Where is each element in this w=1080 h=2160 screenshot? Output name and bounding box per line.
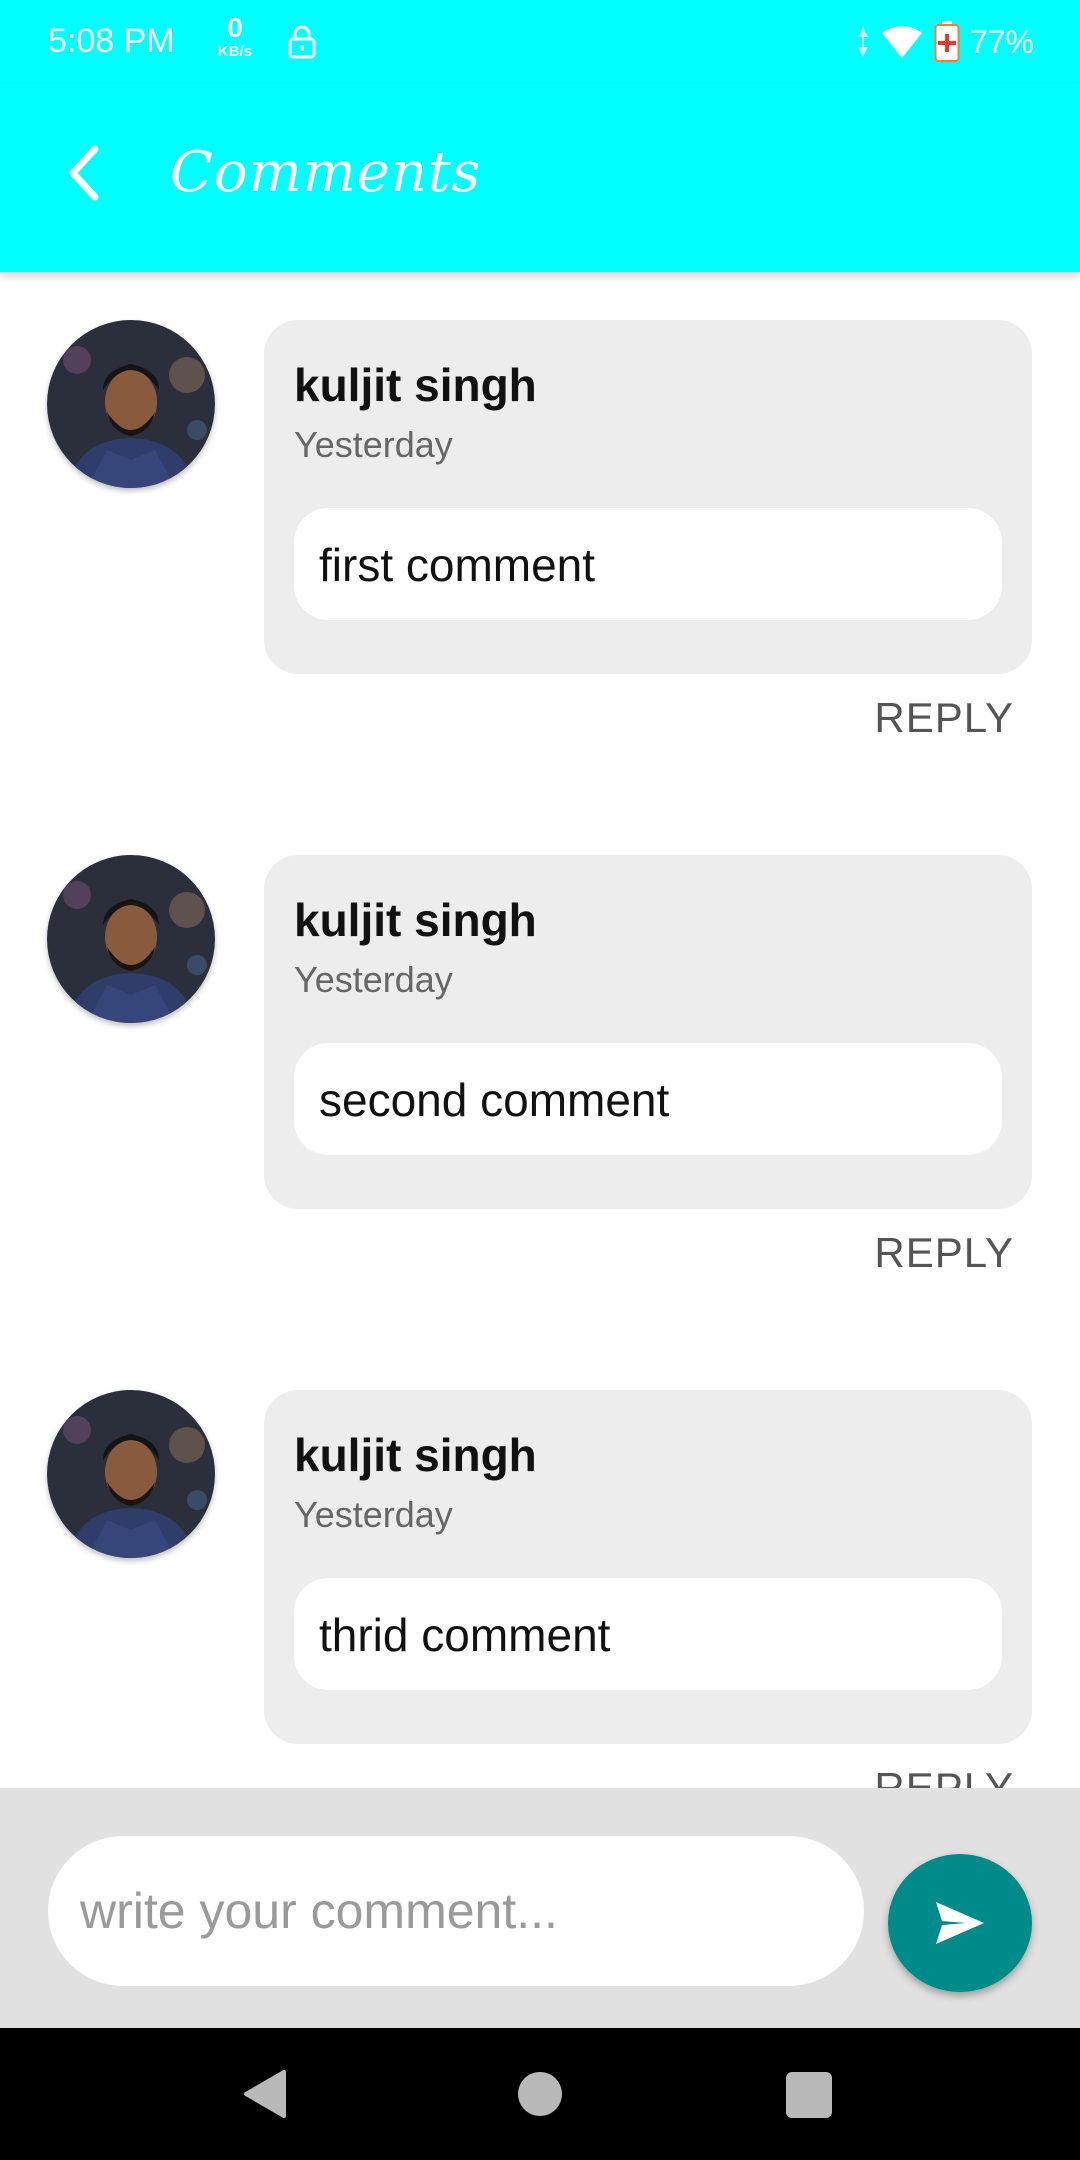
avatar[interactable] <box>47 320 215 488</box>
network-speed-unit: KB/s <box>217 43 253 60</box>
page-title: Comments <box>170 140 482 205</box>
nav-recents-icon[interactable] <box>786 2072 832 2118</box>
comment-input[interactable] <box>48 1836 864 1986</box>
network-speed-value: 0 <box>227 12 243 43</box>
comment-text: second comment <box>319 1074 670 1126</box>
comment-author[interactable]: kuljit singh <box>294 893 537 947</box>
reply-button[interactable]: REPLY <box>874 694 1014 742</box>
avatar[interactable] <box>47 1390 215 1558</box>
send-button[interactable] <box>888 1854 1032 1992</box>
nav-home-icon[interactable] <box>518 2072 562 2116</box>
status-bar: 5:08 PM 0 KB/s 77% <box>0 0 1080 84</box>
status-time: 5:08 PM <box>48 22 175 60</box>
reply-button[interactable]: REPLY <box>874 1764 1014 1788</box>
comment-author[interactable]: kuljit singh <box>294 1428 537 1482</box>
comment-bubble: kuljit singh Yesterday thrid comment <box>264 1390 1032 1744</box>
signal-icon <box>857 27 868 57</box>
comment-author[interactable]: kuljit singh <box>294 358 537 412</box>
chevron-left-icon <box>69 145 99 201</box>
comments-list[interactable]: kuljit singh Yesterday first comment REP… <box>0 272 1080 1788</box>
comment-time: Yesterday <box>294 424 453 465</box>
battery-icon <box>934 21 960 62</box>
status-icons: 77% <box>856 20 1034 64</box>
wifi-icon <box>881 26 922 58</box>
send-icon <box>936 1902 984 1944</box>
network-speed: 0 KB/s <box>210 12 260 60</box>
comment-bubble: kuljit singh Yesterday second comment <box>264 855 1032 1209</box>
reply-button[interactable]: REPLY <box>874 1229 1014 1277</box>
back-button[interactable] <box>50 138 120 208</box>
comment-text: thrid comment <box>319 1609 611 1661</box>
comment-bubble: kuljit singh Yesterday first comment <box>264 320 1032 674</box>
lock-icon <box>288 25 316 59</box>
nav-back-icon[interactable] <box>242 2068 288 2120</box>
comment-text-box: first comment <box>294 508 1002 620</box>
comment-item: kuljit singh Yesterday second comment RE… <box>0 807 1080 1342</box>
comment-composer <box>0 1788 1080 2028</box>
comment-text-box: second comment <box>294 1043 1002 1155</box>
app-bar: Comments <box>0 84 1080 272</box>
battery-percent: 77% <box>969 23 1034 60</box>
system-nav-bar <box>0 2028 1080 2160</box>
comment-time: Yesterday <box>294 959 453 1000</box>
comment-text: first comment <box>319 539 596 591</box>
comment-item: kuljit singh Yesterday first comment REP… <box>0 272 1080 807</box>
comment-item: kuljit singh Yesterday thrid comment REP… <box>0 1342 1080 1788</box>
avatar[interactable] <box>47 855 215 1023</box>
comment-time: Yesterday <box>294 1494 453 1535</box>
comment-text-box: thrid comment <box>294 1578 1002 1690</box>
